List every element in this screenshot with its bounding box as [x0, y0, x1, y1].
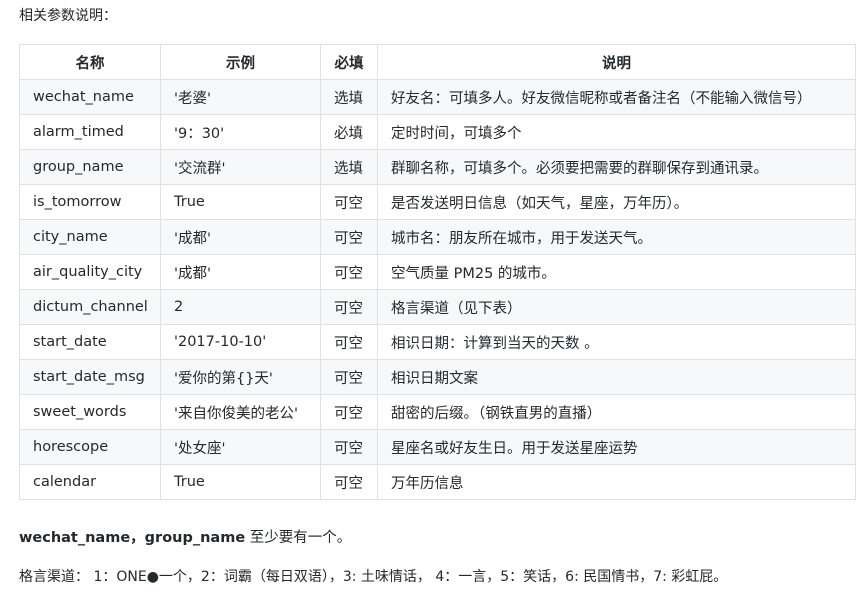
cell-required: 可空: [320, 429, 378, 465]
table-row: sweet_words '来自你俊美的老公' 可空 甜密的后缀。（钢铁直男的直播…: [19, 394, 856, 430]
cell-name: wechat_name: [19, 79, 161, 115]
intro-text: 相关参数说明：: [19, 8, 117, 24]
cell-name: is_tomorrow: [19, 184, 161, 220]
cell-required: 可空: [320, 359, 378, 395]
cell-required: 可空: [320, 219, 378, 255]
cell-description: 好友名：可填多人。好友微信昵称或者备注名（不能输入微信号）: [377, 79, 856, 115]
cell-example: 2: [160, 289, 321, 325]
table-row: alarm_timed '9：30' 必填 定时时间，可填多个: [19, 114, 856, 150]
table-body: wechat_name '老婆' 选填 好友名：可填多人。好友微信昵称或者备注名…: [19, 79, 856, 500]
header-name: 名称: [19, 44, 161, 80]
table-row: is_tomorrow True 可空 是否发送明日信息（如天气，星座，万年历）…: [19, 184, 856, 220]
cell-name: dictum_channel: [19, 289, 161, 325]
cell-name: city_name: [19, 219, 161, 255]
cell-example: '爱你的第{}天': [160, 359, 321, 395]
dictum-channels-text: 格言渠道： 1：ONE●一个，2：词霸（每日双语），3: 土味情话， 4：一言，…: [19, 569, 728, 585]
table-row: city_name '成都' 可空 城市名：朋友所在城市，用于发送天气。: [19, 219, 856, 255]
cell-description: 格言渠道（见下表）: [377, 289, 856, 325]
cell-name: alarm_timed: [19, 114, 161, 150]
cell-name: horescope: [19, 429, 161, 465]
params-table: 名称 示例 必填 说明 wechat_name '老婆' 选填 好友名：可填多人…: [19, 44, 856, 500]
requirement-note-text: 至少要有一个。: [245, 530, 352, 546]
cell-description: 群聊名称，可填多个。必须要把需要的群聊保存到通讯录。: [377, 149, 856, 185]
cell-description: 万年历信息: [377, 464, 856, 500]
cell-required: 可空: [320, 394, 378, 430]
cell-example: '2017-10-10': [160, 324, 321, 360]
table-row: calendar True 可空 万年历信息: [19, 464, 856, 500]
cell-required: 选填: [320, 149, 378, 185]
cell-example: '处女座': [160, 429, 321, 465]
cell-required: 可空: [320, 464, 378, 500]
cell-required: 选填: [320, 79, 378, 115]
cell-description: 空气质量 PM25 的城市。: [377, 254, 856, 290]
cell-description: 甜密的后缀。（钢铁直男的直播）: [377, 394, 856, 430]
cell-example: '交流群': [160, 149, 321, 185]
table-row: horescope '处女座' 可空 星座名或好友生日。用于发送星座运势: [19, 429, 856, 465]
cell-example: '成都': [160, 219, 321, 255]
cell-name: calendar: [19, 464, 161, 500]
cell-description: 是否发送明日信息（如天气，星座，万年历）。: [377, 184, 856, 220]
cell-example: '老婆': [160, 79, 321, 115]
table-row: air_quality_city '成都' 可空 空气质量 PM25 的城市。: [19, 254, 856, 290]
table-row: dictum_channel 2 可空 格言渠道（见下表）: [19, 289, 856, 325]
table-row: group_name '交流群' 选填 群聊名称，可填多个。必须要把需要的群聊保…: [19, 149, 856, 185]
cell-example: True: [160, 464, 321, 500]
cell-example: '来自你俊美的老公': [160, 394, 321, 430]
header-description: 说明: [377, 44, 856, 80]
cell-name: air_quality_city: [19, 254, 161, 290]
header-example: 示例: [160, 44, 321, 80]
requirement-note: wechat_name，group_name 至少要有一个。: [19, 528, 351, 548]
table-row: start_date '2017-10-10' 可空 相识日期：计算到当天的天数…: [19, 324, 856, 360]
cell-example: '9：30': [160, 114, 321, 150]
cell-required: 必填: [320, 114, 378, 150]
cell-name: start_date_msg: [19, 359, 161, 395]
cell-required: 可空: [320, 184, 378, 220]
cell-name: sweet_words: [19, 394, 161, 430]
cell-name: group_name: [19, 149, 161, 185]
cell-name: start_date: [19, 324, 161, 360]
cell-description: 城市名：朋友所在城市，用于发送天气。: [377, 219, 856, 255]
cell-description: 相识日期：计算到当天的天数 。: [377, 324, 856, 360]
header-required: 必填: [320, 44, 378, 80]
cell-description: 定时时间，可填多个: [377, 114, 856, 150]
cell-example: '成都': [160, 254, 321, 290]
table-header-row: 名称 示例 必填 说明: [19, 44, 856, 80]
cell-required: 可空: [320, 289, 378, 325]
cell-required: 可空: [320, 324, 378, 360]
cell-description: 星座名或好友生日。用于发送星座运势: [377, 429, 856, 465]
table-row: start_date_msg '爱你的第{}天' 可空 相识日期文案: [19, 359, 856, 395]
table-row: wechat_name '老婆' 选填 好友名：可填多人。好友微信昵称或者备注名…: [19, 79, 856, 115]
cell-required: 可空: [320, 254, 378, 290]
required-fields-text: wechat_name，group_name: [19, 530, 246, 546]
cell-description: 相识日期文案: [377, 359, 856, 395]
cell-example: True: [160, 184, 321, 220]
